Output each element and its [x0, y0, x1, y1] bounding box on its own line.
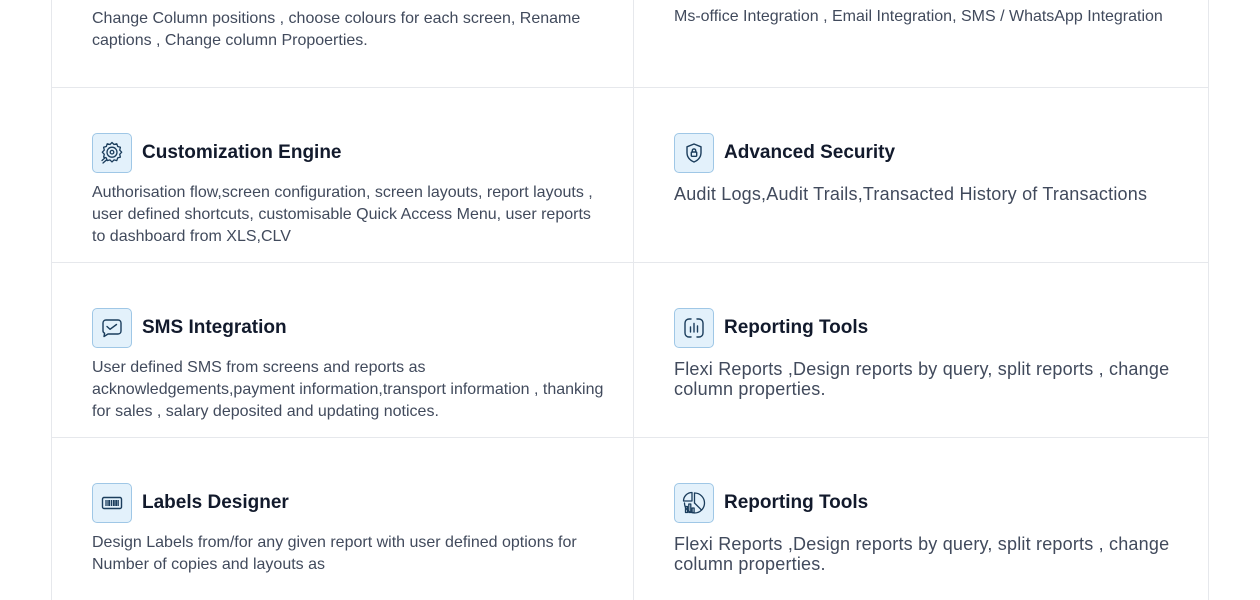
feature-description: Audit Logs,Audit Trails,Transacted Histo…	[674, 184, 1148, 204]
shield-lock-icon	[674, 133, 714, 173]
feature-description: Flexi Reports ,Design reports by query, …	[674, 359, 1170, 399]
feature-header: Reporting Tools	[674, 483, 868, 523]
feature-title: Labels Designer	[142, 492, 289, 513]
feature-card-columns: Change Column positions , choose colours…	[52, 0, 634, 88]
feature-description: Authorisation flow,screen configuration,…	[92, 184, 593, 245]
feature-card-integration: Ms-office Integration , Email Integratio…	[634, 0, 1209, 88]
pie-chart-icon	[674, 483, 714, 523]
features-grid: Change Column positions , choose colours…	[51, 0, 1209, 600]
feature-card-customization: Customization Engine Authorisation flow,…	[52, 88, 634, 263]
feature-card-sms: SMS Integration User defined SMS from sc…	[52, 263, 634, 438]
feature-title: SMS Integration	[142, 317, 287, 338]
feature-description: Ms-office Integration , Email Integratio…	[674, 8, 1163, 25]
feature-description: Change Column positions , choose colours…	[92, 10, 581, 49]
feature-card-reporting-2: Reporting Tools Flexi Reports ,Design re…	[634, 438, 1209, 600]
barcode-icon	[92, 483, 132, 523]
bar-chart-icon	[674, 308, 714, 348]
message-icon	[92, 308, 132, 348]
feature-card-security: Advanced Security Audit Logs,Audit Trail…	[634, 88, 1209, 263]
feature-description: Design Labels from/for any given report …	[92, 534, 577, 573]
feature-card-labels: Labels Designer Design Labels from/for a…	[52, 438, 634, 600]
feature-header: Labels Designer	[92, 483, 289, 523]
feature-title: Reporting Tools	[724, 492, 869, 513]
feature-description: Flexi Reports ,Design reports by query, …	[674, 534, 1170, 574]
feature-description: User defined SMS from screens and report…	[92, 359, 604, 420]
feature-header: Customization Engine	[92, 133, 342, 173]
feature-card-reporting: Reporting Tools Flexi Reports ,Design re…	[634, 263, 1209, 438]
feature-title: Customization Engine	[142, 142, 342, 163]
features-page: Change Column positions , choose colours…	[0, 0, 1260, 600]
gear-settings-icon	[92, 133, 132, 173]
feature-header: Reporting Tools	[674, 308, 868, 348]
feature-header: Advanced Security	[674, 133, 895, 173]
feature-title: Reporting Tools	[724, 317, 869, 338]
feature-header: SMS Integration	[92, 308, 287, 348]
feature-title: Advanced Security	[724, 142, 896, 163]
